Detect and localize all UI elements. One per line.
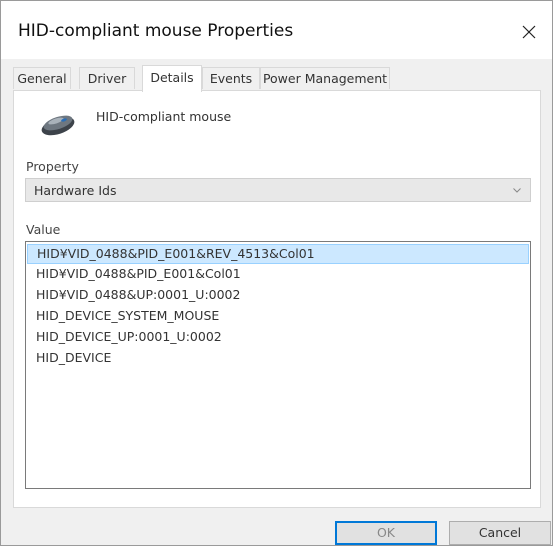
tab-driver[interactable]: Driver (79, 67, 135, 89)
list-item[interactable]: HID_DEVICE (27, 348, 529, 368)
ok-button[interactable]: OK (335, 521, 437, 545)
value-list[interactable]: HID¥VID_0488&PID_E001&REV_4513&Col01 HID… (25, 241, 531, 489)
list-item[interactable]: HID¥VID_0488&UP:0001_U:0002 (27, 285, 529, 305)
window-title: HID-compliant mouse Properties (18, 21, 294, 41)
details-panel: HID-compliant mouse Property Hardware Id… (13, 90, 541, 508)
property-label: Property (26, 159, 79, 174)
tab-power-management[interactable]: Power Management (260, 67, 390, 89)
close-button[interactable] (506, 9, 552, 55)
chevron-down-icon (513, 188, 521, 193)
title-bar: HID-compliant mouse Properties (1, 1, 552, 59)
property-selected-value: Hardware Ids (34, 183, 117, 198)
device-name: HID-compliant mouse (96, 109, 232, 124)
tab-general[interactable]: General (13, 67, 71, 89)
close-icon (522, 25, 536, 39)
tab-details[interactable]: Details (142, 65, 202, 92)
value-label: Value (26, 222, 61, 237)
list-item[interactable]: HID¥VID_0488&PID_E001&REV_4513&Col01 (27, 244, 529, 264)
list-item[interactable]: HID¥VID_0488&PID_E001&Col01 (27, 264, 529, 284)
cancel-button[interactable]: Cancel (449, 521, 551, 545)
tab-events[interactable]: Events (202, 67, 260, 89)
list-item[interactable]: HID_DEVICE_SYSTEM_MOUSE (27, 306, 529, 326)
properties-dialog: HID-compliant mouse Properties General D… (0, 0, 553, 546)
list-item[interactable]: HID_DEVICE_UP:0001_U:0002 (27, 327, 529, 347)
mouse-icon (38, 111, 78, 141)
property-dropdown[interactable]: Hardware Ids (25, 178, 531, 202)
